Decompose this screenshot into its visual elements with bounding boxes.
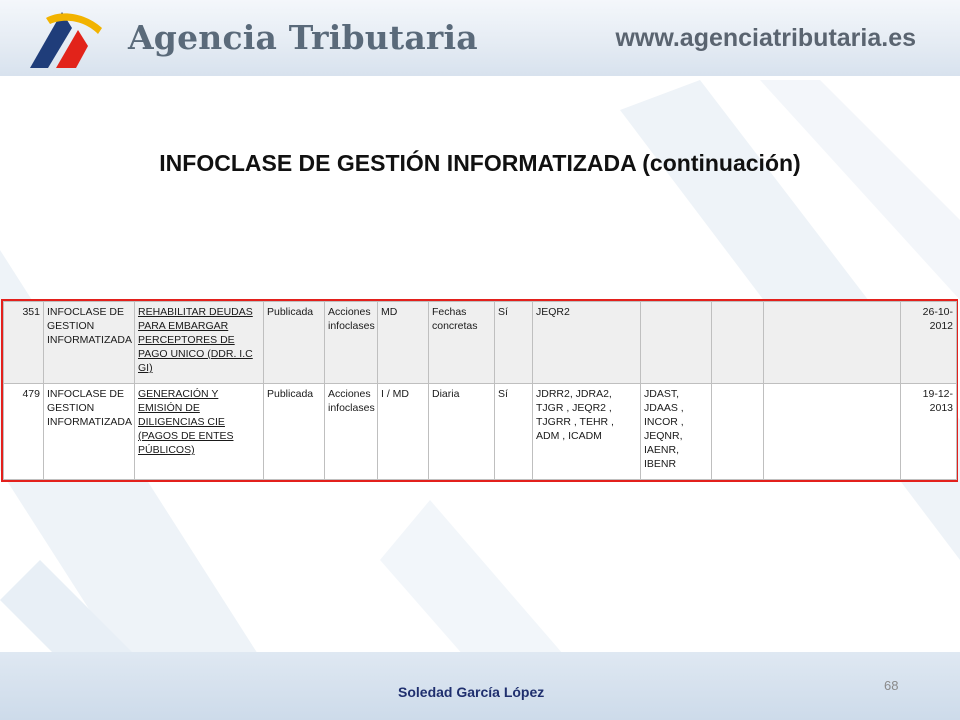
row-code: MD (377, 301, 429, 384)
header-bar: Agencia Tributaria www.agenciatributaria… (0, 0, 960, 76)
row-periodicity: Fechas concretas (428, 301, 495, 384)
site-url[interactable]: www.agenciatributaria.es (615, 24, 916, 53)
row-number: 479 (3, 383, 44, 480)
row-title-text: REHABILITAR DEUDAS PARA EMBARGAR PERCEPT… (138, 306, 253, 374)
row-transactions: JDRR2, JDRA2, TJGR , JEQR2 , TJGRR , TEH… (532, 383, 641, 480)
row-title-link[interactable]: GENERACIÓN Y EMISIÓN DE DILIGENCIAS CIE … (134, 383, 264, 480)
row-yes: Sí (494, 383, 533, 480)
infoclase-table: 351 INFOCLASE DE GESTION INFORMATIZADA R… (3, 301, 957, 480)
page-number: 68 (884, 678, 899, 693)
row-type: INFOCLASE DE GESTION INFORMATIZADA (43, 383, 135, 480)
table-row: 351 INFOCLASE DE GESTION INFORMATIZADA R… (3, 301, 957, 384)
row-date: 19-12-2013 (900, 383, 957, 480)
page-title: INFOCLASE DE GESTIÓN INFORMATIZADA (cont… (159, 150, 801, 176)
row-code: I / MD (377, 383, 429, 480)
brand-name: Agencia Tributaria (128, 18, 478, 57)
row-number: 351 (3, 301, 44, 384)
table-row: 479 INFOCLASE DE GESTION INFORMATIZADA G… (3, 383, 957, 480)
author-name: Soledad García López (398, 684, 545, 700)
row-transactions: JEQR2 (532, 301, 641, 384)
row-type: INFOCLASE DE GESTION INFORMATIZADA (43, 301, 135, 384)
agencia-tributaria-logo-icon (30, 12, 102, 68)
row-status: Publicada (263, 383, 325, 480)
row-extra-1 (711, 383, 764, 480)
row-extra-1 (711, 301, 764, 384)
row-status: Publicada (263, 301, 325, 384)
row-other-transactions: JDAST, JDAAS , INCOR , JEQNR, IAENR, IBE… (640, 383, 712, 480)
row-action: Acciones infoclases (324, 301, 378, 384)
row-title-text: GENERACIÓN Y EMISIÓN DE DILIGENCIAS CIE … (138, 388, 234, 456)
row-extra-2 (763, 383, 901, 480)
row-extra-2 (763, 301, 901, 384)
row-date: 26-10-2012 (900, 301, 957, 384)
row-action: Acciones infoclases (324, 383, 378, 480)
highlighted-table: 351 INFOCLASE DE GESTION INFORMATIZADA R… (1, 299, 958, 482)
row-yes: Sí (494, 301, 533, 384)
row-title-link[interactable]: REHABILITAR DEUDAS PARA EMBARGAR PERCEPT… (134, 301, 264, 384)
row-periodicity: Diaria (428, 383, 495, 480)
row-other-transactions (640, 301, 712, 384)
